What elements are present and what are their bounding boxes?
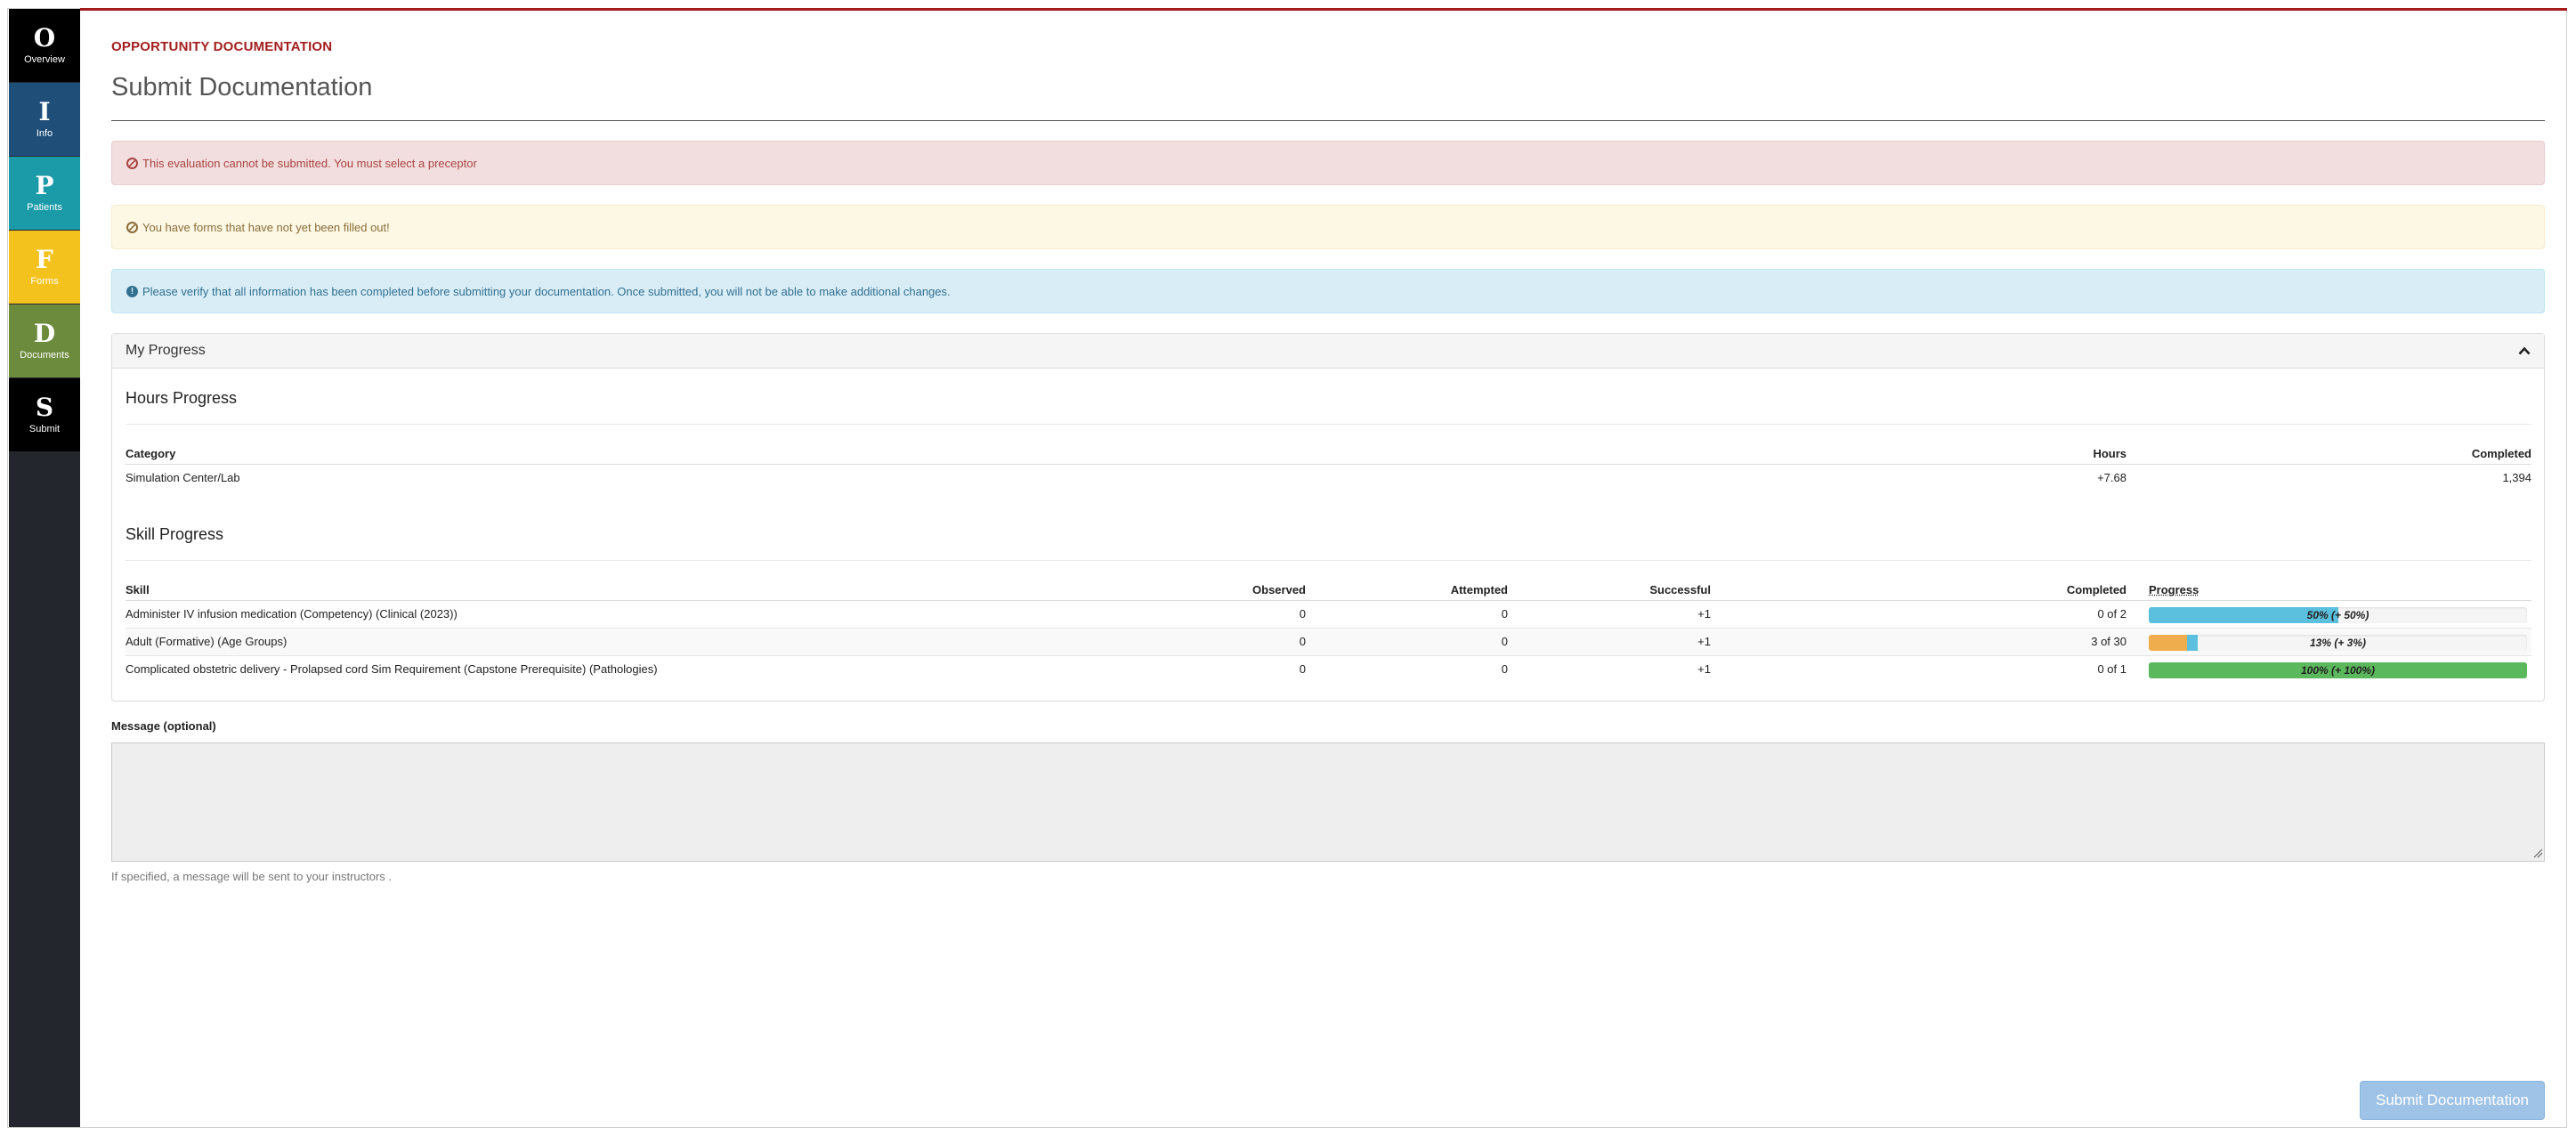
sidebar-item-letter: O xyxy=(33,23,56,53)
col-skill: Skill xyxy=(126,583,150,596)
hours-category: Simulation Center/Lab xyxy=(126,471,240,484)
sidebar-item-forms[interactable]: F Forms xyxy=(9,231,80,304)
skill-observed: 0 xyxy=(1299,635,1306,648)
table-row: Adult (Formative) (Age Groups) 0 0 +1 3 … xyxy=(126,629,2531,656)
sidebar: O Overview I Info P Patients F Forms D D… xyxy=(9,9,80,1127)
hours-divider xyxy=(126,424,2531,425)
sidebar-item-info[interactable]: I Info xyxy=(9,83,80,156)
col-observed: Observed xyxy=(1252,583,1306,596)
message-label: Message (optional) xyxy=(111,719,216,733)
progress-bar: 100% (+ 100%) xyxy=(2149,662,2527,678)
sidebar-item-letter: P xyxy=(35,171,54,200)
alert-info-text: Please verify that all information has b… xyxy=(142,284,951,298)
sidebar-item-label: Patients xyxy=(27,202,62,213)
progress-bar-label: 100% (+ 100%) xyxy=(2300,664,2376,677)
sidebar-item-letter: D xyxy=(33,319,56,348)
alert-danger-text: This evaluation cannot be submitted. You… xyxy=(142,156,477,170)
col-completed: Completed xyxy=(2066,583,2126,596)
sidebar-item-letter: S xyxy=(35,393,54,422)
message-help-text: If specified, a message will be sent to … xyxy=(111,870,393,883)
skill-attempted: 0 xyxy=(1501,607,1508,621)
progress-bar: 13% (+ 3%) xyxy=(2149,635,2527,651)
top-accent-line xyxy=(80,8,2567,11)
skill-name: Adult (Formative) (Age Groups) xyxy=(126,635,288,648)
title-divider xyxy=(111,120,2545,121)
alert-info: ! Please verify that all information has… xyxy=(111,269,2545,313)
submit-documentation-button[interactable]: Submit Documentation xyxy=(2360,1081,2545,1120)
col-category: Category xyxy=(126,447,176,460)
sidebar-item-patients[interactable]: P Patients xyxy=(9,157,80,230)
skills-divider xyxy=(126,560,2531,561)
skill-successful: +1 xyxy=(1697,635,1711,648)
hours-value: +7.68 xyxy=(2097,471,2126,484)
ban-icon xyxy=(126,221,138,233)
sidebar-item-label: Info xyxy=(36,128,53,139)
chevron-up-icon[interactable] xyxy=(2518,344,2531,358)
progress-panel: My Progress Hours Progress Category Hour… xyxy=(111,333,2545,702)
progress-bar: 50% (+ 50%) xyxy=(2149,607,2527,623)
sidebar-item-letter: I xyxy=(38,97,51,126)
skill-completed: 0 of 1 xyxy=(2097,662,2126,676)
table-row: Complicated obstetric delivery - Prolaps… xyxy=(126,656,2531,683)
sidebar-item-overview[interactable]: O Overview xyxy=(9,9,80,82)
hours-completed: 1,394 xyxy=(2502,471,2531,484)
sidebar-item-label: Overview xyxy=(24,54,65,65)
sidebar-item-letter: F xyxy=(36,245,53,274)
panel-heading-label: My Progress xyxy=(126,343,206,358)
col-attempted: Attempted xyxy=(1450,583,1508,596)
skills-table-header: Skill Observed Attempted Successful Comp… xyxy=(126,577,2531,601)
skill-attempted: 0 xyxy=(1501,635,1508,648)
progress-panel-heading[interactable]: My Progress xyxy=(112,334,2544,369)
skill-attempted: 0 xyxy=(1501,662,1508,676)
sidebar-item-label: Submit xyxy=(28,424,61,434)
alert-warning-text: You have forms that have not yet been fi… xyxy=(142,220,390,234)
info-circle-icon: ! xyxy=(126,285,138,297)
col-hours: Hours xyxy=(2093,447,2126,460)
col-completed: Completed xyxy=(2471,447,2531,460)
progress-bar-label: 50% (+ 50%) xyxy=(2306,609,2369,621)
skill-successful: +1 xyxy=(1697,662,1711,676)
col-progress[interactable]: Progress xyxy=(2149,577,2199,604)
resize-grip-icon[interactable] xyxy=(2532,848,2543,858)
skill-name: Administer IV infusion medication (Compe… xyxy=(126,607,458,621)
table-row: Simulation Center/Lab +7.68 1,394 xyxy=(126,465,2531,491)
skill-observed: 0 xyxy=(1299,607,1306,621)
sidebar-item-documents[interactable]: D Documents xyxy=(9,304,80,377)
col-successful: Successful xyxy=(1649,583,1711,596)
sidebar-item-label: Forms xyxy=(30,276,59,287)
skill-completed: 3 of 30 xyxy=(2091,635,2126,648)
page-eyebrow: OPPORTUNITY DOCUMENTATION xyxy=(111,39,333,54)
hours-table-header: Category Hours Completed xyxy=(126,441,2531,465)
skill-progress-title: Skill Progress xyxy=(126,525,224,543)
hours-progress-title: Hours Progress xyxy=(126,389,238,407)
skill-observed: 0 xyxy=(1299,662,1306,676)
skills-table: Skill Observed Attempted Successful Comp… xyxy=(126,577,2531,683)
table-row: Administer IV infusion medication (Compe… xyxy=(126,601,2531,629)
message-textarea[interactable] xyxy=(111,742,2545,862)
ban-icon xyxy=(126,157,138,169)
sidebar-item-submit[interactable]: S Submit xyxy=(9,378,80,451)
skill-completed: 0 of 2 xyxy=(2097,607,2126,621)
skill-successful: +1 xyxy=(1697,607,1711,621)
alert-warning: You have forms that have not yet been fi… xyxy=(111,205,2545,249)
hours-table: Category Hours Completed Simulation Cent… xyxy=(126,441,2531,491)
alert-danger: This evaluation cannot be submitted. You… xyxy=(111,141,2545,185)
skill-name: Complicated obstetric delivery - Prolaps… xyxy=(126,662,658,676)
page-title: Submit Documentation xyxy=(111,73,373,101)
sidebar-item-label: Documents xyxy=(20,350,69,361)
progress-bar-label: 13% (+ 3%) xyxy=(2309,637,2367,649)
